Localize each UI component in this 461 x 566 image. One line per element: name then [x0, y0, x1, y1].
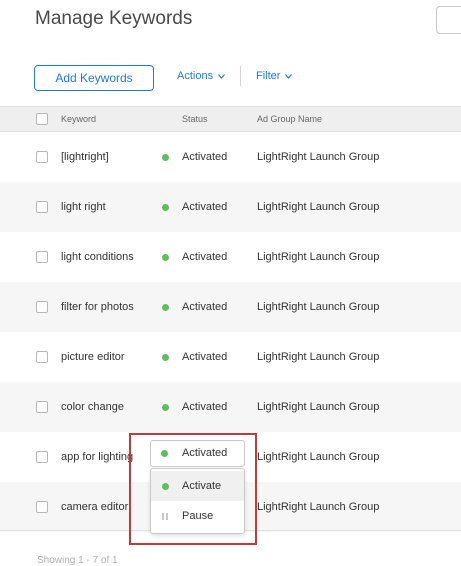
add-keywords-button[interactable]: Add Keywords	[34, 65, 154, 91]
select-all-checkbox[interactable]	[36, 113, 48, 125]
row-checkbox[interactable]	[36, 251, 48, 263]
keyword-cell: [lightright]	[61, 151, 109, 163]
toolbar-divider	[240, 66, 241, 86]
row-checkbox[interactable]	[36, 451, 48, 463]
column-ad-group[interactable]: Ad Group Name	[257, 114, 322, 124]
row-checkbox[interactable]	[36, 151, 48, 163]
chevron-down-icon	[218, 73, 226, 79]
pagination-summary: Showing 1 - 7 of 1	[37, 555, 118, 566]
ad-group-cell: LightRight Launch Group	[257, 501, 380, 513]
top-right-control[interactable]	[436, 6, 461, 34]
ad-group-cell: LightRight Launch Group	[257, 151, 380, 163]
menu-item-activate[interactable]: Activate	[151, 471, 244, 501]
status-cell[interactable]: Activated	[182, 251, 227, 263]
status-dot-icon	[162, 304, 169, 311]
filter-label: Filter	[256, 70, 281, 82]
page-title: Manage Keywords	[35, 8, 193, 29]
row-checkbox[interactable]	[36, 401, 48, 413]
menu-item-pause[interactable]: Pause	[151, 501, 244, 531]
table-header: Keyword Status Ad Group Name	[0, 106, 461, 132]
status-dot-icon	[162, 354, 169, 361]
keyword-cell: camera editor	[61, 501, 129, 513]
keyword-cell: light right	[61, 201, 106, 213]
actions-menu[interactable]: Actions	[177, 70, 226, 82]
status-select[interactable]: Activated	[150, 440, 245, 467]
filter-menu[interactable]: Filter	[256, 70, 293, 82]
table-row: color change Activated LightRight Launch…	[0, 382, 461, 432]
table-row: light right Activated LightRight Launch …	[0, 182, 461, 232]
green-dot-icon	[161, 450, 168, 457]
status-cell[interactable]: Activated	[182, 351, 227, 363]
status-dot-icon	[162, 204, 169, 211]
column-status[interactable]: Status	[182, 114, 208, 124]
menu-item-label: Activate	[182, 480, 222, 492]
keyword-cell: filter for photos	[61, 301, 134, 313]
status-cell[interactable]: Activated	[182, 201, 227, 213]
ad-group-cell: LightRight Launch Group	[257, 251, 380, 263]
status-dot-icon	[162, 154, 169, 161]
ad-group-cell: LightRight Launch Group	[257, 401, 380, 413]
actions-label: Actions	[177, 70, 214, 82]
menu-item-label: Pause	[182, 510, 214, 522]
green-dot-icon	[162, 483, 169, 490]
ad-group-cell: LightRight Launch Group	[257, 451, 380, 463]
table-row: filter for photos Activated LightRight L…	[0, 282, 461, 332]
row-checkbox[interactable]	[36, 201, 48, 213]
ad-group-cell: LightRight Launch Group	[257, 351, 380, 363]
status-dot-icon	[162, 254, 169, 261]
column-keyword[interactable]: Keyword	[61, 114, 96, 124]
row-checkbox[interactable]	[36, 351, 48, 363]
keyword-cell: color change	[61, 401, 124, 413]
status-dropdown-menu: Activate Pause	[150, 468, 245, 534]
keyword-cell: light conditions	[61, 251, 134, 263]
chevron-down-icon	[285, 73, 293, 79]
row-checkbox[interactable]	[36, 501, 48, 513]
status-cell[interactable]: Activated	[182, 401, 227, 413]
ad-group-cell: LightRight Launch Group	[257, 201, 380, 213]
status-cell[interactable]: Activated	[182, 301, 227, 313]
keyword-cell: picture editor	[61, 351, 125, 363]
keyword-cell: app for lighting	[61, 451, 134, 463]
ad-group-cell: LightRight Launch Group	[257, 301, 380, 313]
status-select-value: Activated	[182, 447, 228, 459]
status-dot-icon	[162, 404, 169, 411]
status-cell[interactable]: Activated	[182, 151, 227, 163]
table-row: light conditions Activated LightRight La…	[0, 232, 461, 282]
table-row: [lightright] Activated LightRight Launch…	[0, 132, 461, 182]
row-checkbox[interactable]	[36, 301, 48, 313]
table-row: picture editor Activated LightRight Laun…	[0, 332, 461, 382]
pause-icon	[162, 513, 169, 520]
